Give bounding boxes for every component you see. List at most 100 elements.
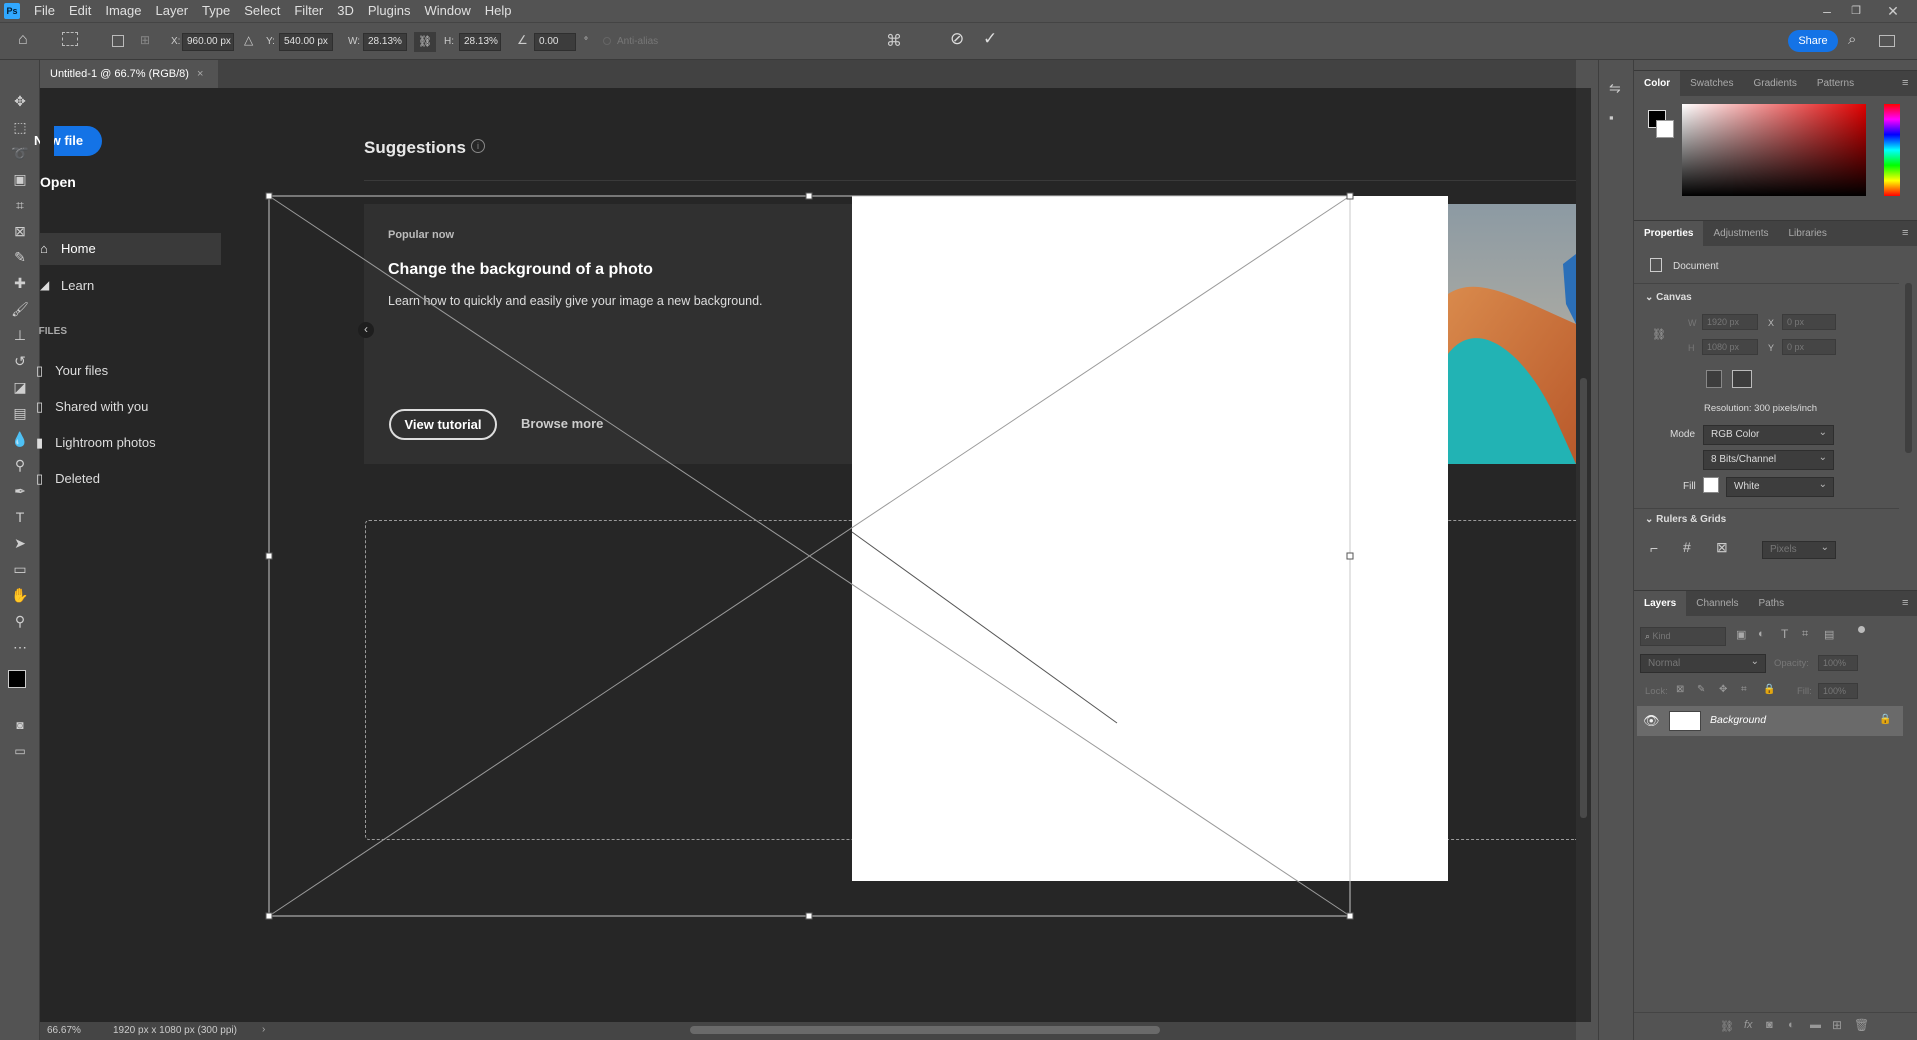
comments-icon[interactable]: ▪ (1609, 110, 1614, 125)
brush-tool-icon[interactable]: 🖌 (8, 298, 32, 320)
filter-adjustment-icon[interactable]: ◐ (1758, 628, 1765, 640)
x-field[interactable]: 960.00 px (182, 33, 234, 51)
guides-icon[interactable]: ⊠ (1716, 539, 1728, 556)
grid-icon[interactable]: # (1683, 539, 1691, 555)
search-icon[interactable]: ⌕ (1848, 31, 1856, 48)
tab-channels[interactable]: Channels (1686, 591, 1748, 617)
filter-type-icon[interactable]: T (1781, 627, 1788, 641)
properties-menu-icon[interactable]: ≡ (1902, 227, 1908, 239)
menu-filter[interactable]: Filter (287, 0, 330, 22)
lock-position-icon[interactable]: ✥ (1719, 684, 1727, 695)
height-field[interactable]: 28.13% (459, 33, 501, 51)
new-layer-icon[interactable]: ⊞ (1832, 1018, 1842, 1032)
menu-window[interactable]: Window (418, 0, 478, 22)
blur-tool-icon[interactable]: 💧 (8, 428, 32, 450)
open-button[interactable]: Open (40, 174, 76, 190)
delete-layer-icon[interactable]: 🗑 (1854, 1018, 1869, 1032)
vertical-scroll-thumb[interactable] (1580, 378, 1587, 818)
layer-row-background[interactable]: 👁 Background 🔒 (1637, 706, 1903, 736)
bits-dropdown[interactable]: 8 Bits/Channel (1703, 449, 1834, 470)
reference-grid-icon[interactable]: ⊞ (140, 33, 156, 49)
vertical-scrollbar[interactable] (1576, 88, 1591, 1022)
menu-help[interactable]: Help (478, 0, 519, 22)
close-window-icon[interactable]: ✕ (1882, 0, 1904, 22)
filter-toggle-icon[interactable] (1858, 626, 1865, 633)
workspace-icon[interactable] (1879, 35, 1895, 47)
restore-icon[interactable]: ❐ (1845, 0, 1867, 22)
hand-tool-icon[interactable]: ✋ (8, 584, 32, 606)
menu-type[interactable]: Type (195, 0, 237, 22)
menu-edit[interactable]: Edit (62, 0, 98, 22)
fx-icon[interactable]: fx (1744, 1019, 1753, 1031)
canvas-x-field[interactable]: 0 px (1782, 314, 1836, 330)
healing-tool-icon[interactable]: ✚ (8, 272, 32, 294)
portrait-icon[interactable] (1706, 370, 1722, 388)
canvas-y-field[interactable]: 0 px (1782, 339, 1836, 355)
nav-learn-item[interactable]: ◢ Learn (40, 277, 221, 297)
menu-3d[interactable]: 3D (330, 0, 361, 22)
history-brush-icon[interactable]: ↺ (8, 350, 32, 372)
rectangle-tool-icon[interactable]: ▭ (8, 558, 32, 580)
link-layers-icon[interactable]: ⛓ (1720, 1020, 1734, 1033)
more-tools-icon[interactable]: ⋯ (8, 636, 32, 658)
eyedropper-tool-icon[interactable]: ✎ (8, 246, 32, 268)
eye-visibility-icon[interactable]: 👁 (1643, 713, 1660, 729)
layer-fill-field[interactable]: 100% (1818, 683, 1858, 699)
canvas-width-field[interactable]: 1920 px (1702, 314, 1758, 330)
menu-file[interactable]: File (27, 0, 62, 22)
share-button[interactable]: Share (1788, 30, 1838, 52)
mode-dropdown[interactable]: RGB Color (1703, 424, 1834, 445)
history-icon[interactable]: ⇋ (1609, 80, 1621, 97)
info-icon[interactable]: i (471, 139, 485, 153)
ruler-icon[interactable]: ⌐ (1650, 540, 1658, 556)
layer-kind-filter[interactable]: ⌕ Kind (1640, 627, 1726, 646)
tab-libraries[interactable]: Libraries (1779, 221, 1837, 247)
foreground-color-swatch[interactable] (8, 670, 26, 688)
new-group-icon[interactable]: ▬ (1810, 1019, 1821, 1031)
minimize-icon[interactable]: – (1816, 0, 1838, 22)
canvas-height-field[interactable]: 1080 px (1702, 339, 1758, 355)
tab-adjustments[interactable]: Adjustments (1703, 221, 1778, 247)
document-tab[interactable]: Untitled-1 @ 66.7% (RGB/8) × (40, 60, 218, 88)
color-panel-menu-icon[interactable]: ≡ (1902, 77, 1908, 89)
layer-name[interactable]: Background (1710, 714, 1766, 726)
lock-transparent-icon[interactable]: ⊠ (1676, 684, 1684, 695)
your-files-item[interactable]: ▯ Your files (36, 363, 108, 379)
filter-smart-icon[interactable]: ▤ (1824, 628, 1834, 641)
tab-color[interactable]: Color (1634, 71, 1681, 97)
cancel-transform-icon[interactable]: ⊘ (950, 29, 964, 49)
frame-tool-icon[interactable]: ⊠ (8, 220, 32, 242)
screen-mode-icon[interactable]: ▭ (8, 740, 32, 762)
transform-icon[interactable] (62, 32, 78, 46)
antialias-checkbox[interactable] (603, 37, 611, 45)
menu-select[interactable]: Select (237, 0, 287, 22)
warp-icon[interactable]: ⌘ (886, 31, 902, 51)
fill-swatch[interactable] (1703, 477, 1719, 493)
tab-paths[interactable]: Paths (1749, 591, 1795, 617)
shared-with-you-item[interactable]: ▯ Shared with you (36, 399, 148, 415)
close-tab-icon[interactable]: × (197, 68, 203, 80)
zoom-tool-icon[interactable]: ⚲ (8, 610, 32, 632)
add-mask-icon[interactable]: ◙ (1766, 1019, 1773, 1031)
units-dropdown[interactable]: Pixels (1762, 540, 1836, 559)
lock-artboard-icon[interactable]: ⌗ (1741, 684, 1747, 695)
tab-layers[interactable]: Layers (1634, 591, 1687, 617)
move-tool-icon[interactable]: ✥ (8, 90, 32, 112)
color-field[interactable] (1682, 104, 1866, 196)
tab-swatches[interactable]: Swatches (1680, 71, 1743, 97)
angle-field[interactable]: 0.00 (534, 33, 576, 51)
lock-pixels-icon[interactable]: ✎ (1697, 684, 1705, 695)
eraser-tool-icon[interactable]: ◪ (8, 376, 32, 398)
hue-slider[interactable] (1884, 104, 1900, 196)
reference-point-checkbox[interactable] (112, 35, 124, 47)
link-icon[interactable]: ⛓ (414, 32, 436, 52)
object-select-tool-icon[interactable]: ▣ (8, 168, 32, 190)
transform-box[interactable] (265, 192, 1355, 920)
menu-layer[interactable]: Layer (149, 0, 196, 22)
layers-menu-icon[interactable]: ≡ (1902, 597, 1908, 609)
y-field[interactable]: 540.00 px (279, 33, 333, 51)
link-dimensions-icon[interactable]: ⛓ (1652, 328, 1666, 341)
lock-all-icon[interactable]: 🔒 (1763, 684, 1775, 695)
path-select-icon[interactable]: ➤ (8, 532, 32, 554)
lightroom-photos-item[interactable]: ▮ Lightroom photos (36, 435, 156, 451)
